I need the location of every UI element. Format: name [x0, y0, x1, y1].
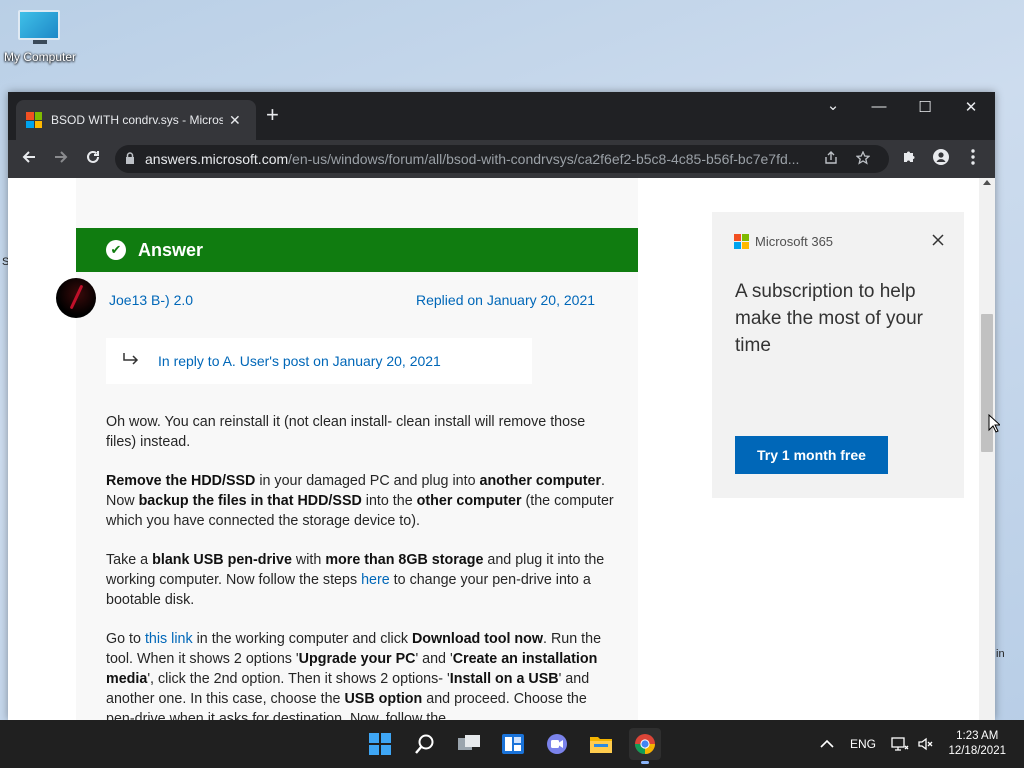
text-run: Go to — [106, 631, 145, 647]
task-view-icon — [458, 735, 480, 750]
answer-paragraph-3: Take a blank USB pen-drive with more tha… — [106, 550, 616, 610]
text-run: in the working computer and click — [192, 631, 412, 647]
inline-link[interactable]: this link — [145, 631, 193, 647]
clock-date: 12/18/2021 — [948, 745, 1006, 757]
ad-headline: A subscription to help make the most of … — [735, 281, 923, 356]
tab-strip: BSOD WITH condrv.sys - Microsoft Communi… — [8, 92, 995, 140]
tab-title: BSOD WITH condrv.sys - Microsoft Communi… — [51, 113, 223, 127]
back-button[interactable] — [13, 149, 45, 170]
url-text: answers.microsoft.com/en-us/windows/foru… — [145, 151, 815, 167]
minimize-button[interactable]: — — [864, 98, 894, 115]
widgets-button[interactable] — [497, 728, 529, 760]
bold-text: Install on a USB — [449, 671, 559, 687]
folder-icon — [590, 737, 612, 753]
widgets-icon — [502, 734, 524, 754]
scroll-up-arrow-icon[interactable] — [983, 180, 991, 185]
search-icon — [415, 734, 434, 754]
url-host: answers.microsoft.com — [145, 151, 289, 167]
answer-label: Answer — [138, 239, 204, 260]
bold-text: more than 8GB storage — [325, 552, 484, 568]
teams-chat-button[interactable] — [541, 728, 573, 760]
checkmark-icon: ✔ — [106, 240, 126, 260]
bold-text: backup the files in that HDD/SSD — [138, 493, 362, 509]
text-run: into the — [361, 493, 417, 509]
forward-arrow-icon — [55, 150, 68, 163]
ad-brand: Microsoft 365 — [734, 234, 833, 249]
browser-tab[interactable]: BSOD WITH condrv.sys - Microsoft Communi… — [16, 100, 256, 140]
maximize-button[interactable]: ☐ — [910, 98, 940, 116]
bold-text: another computer — [479, 473, 602, 489]
reload-icon — [87, 150, 99, 163]
network-icon[interactable] — [891, 720, 909, 768]
chevron-up-icon — [820, 739, 834, 748]
text-run: with — [291, 552, 326, 568]
text-run: ', click the 2nd option. Then it shows 2… — [147, 671, 450, 687]
try-free-button[interactable]: Try 1 month free — [735, 436, 888, 474]
page-scrollbar[interactable] — [979, 178, 995, 720]
microsoft-logo-icon — [734, 234, 749, 249]
profile-avatar-icon[interactable] — [925, 149, 957, 169]
desktop-icon-my-computer[interactable]: My Computer — [2, 10, 78, 64]
bold-text: USB option — [344, 691, 423, 707]
language-indicator[interactable]: ENG — [850, 720, 876, 768]
answer-body: Oh wow. You can reinstall it (not clean … — [106, 412, 616, 720]
url-path: /en-us/windows/forum/all/bsod-with-condr… — [288, 151, 800, 167]
windows-logo-icon — [369, 733, 391, 755]
microsoft-favicon-icon — [26, 112, 42, 128]
text-run: ' and ' — [415, 651, 453, 667]
text-run: in your damaged PC and plug into — [255, 473, 480, 489]
answer-paragraph-1: Oh wow. You can reinstall it (not clean … — [106, 414, 586, 450]
system-clock[interactable]: 1:23 AM 12/18/2021 — [948, 729, 1006, 759]
start-button[interactable] — [364, 728, 396, 760]
task-view-button[interactable] — [453, 728, 485, 760]
new-tab-button[interactable]: + — [266, 104, 279, 126]
chrome-taskbar-button[interactable] — [629, 728, 661, 764]
share-icon[interactable] — [815, 150, 847, 168]
lock-icon — [125, 151, 135, 167]
browser-menu-kebab-icon[interactable] — [957, 149, 989, 169]
author-name-link[interactable]: Joe13 B-) 2.0 — [109, 292, 193, 308]
show-hidden-icons-button[interactable] — [820, 720, 834, 768]
inline-link[interactable]: here — [361, 572, 390, 588]
answer-paragraph-4: Go to this link in the working computer … — [106, 629, 616, 720]
forward-button[interactable] — [45, 149, 77, 170]
back-arrow-icon — [22, 150, 35, 163]
user-avatar[interactable] — [56, 278, 96, 318]
reply-arrow-icon — [122, 352, 140, 371]
clock-time: 1:23 AM — [956, 730, 999, 742]
replied-date-link[interactable]: Replied on January 20, 2021 — [416, 292, 595, 308]
text-run: Take a — [106, 552, 153, 568]
file-explorer-button[interactable] — [585, 728, 617, 760]
bold-text: other computer — [416, 493, 522, 509]
taskbar: ENG 1:23 AM 12/18/2021 — [0, 720, 1024, 768]
address-bar[interactable]: answers.microsoft.com/en-us/windows/foru… — [115, 145, 889, 173]
browser-window: BSOD WITH condrv.sys - Microsoft Communi… — [8, 92, 995, 720]
tab-search-chevron-icon[interactable]: ⌄ — [818, 96, 848, 114]
answer-banner: ✔ Answer — [76, 228, 638, 272]
volume-muted-icon[interactable] — [918, 720, 934, 768]
ad-brand-label: Microsoft 365 — [755, 234, 834, 249]
bookmark-star-icon[interactable] — [847, 149, 879, 168]
in-reply-to-link[interactable]: In reply to A. User's post on January 20… — [158, 353, 441, 369]
close-window-button[interactable]: ✕ — [956, 98, 986, 116]
bold-text: Download tool now — [411, 631, 544, 647]
reload-button[interactable] — [77, 149, 109, 170]
bold-text: blank USB pen-drive — [152, 552, 292, 568]
desktop-icon-label: My Computer — [3, 50, 77, 64]
chat-icon — [547, 734, 567, 754]
search-button[interactable] — [409, 728, 441, 760]
desktop-edge-text-right: in — [996, 648, 1005, 660]
ad-close-icon[interactable] — [932, 230, 944, 251]
in-reply-to-box[interactable]: In reply to A. User's post on January 20… — [106, 338, 532, 384]
page-viewport: ✔ Answer Joe13 B-) 2.0 Replied on Januar… — [8, 178, 995, 720]
microsoft-365-ad: Microsoft 365 A subscription to help mak… — [712, 212, 964, 498]
browser-toolbar: answers.microsoft.com/en-us/windows/foru… — [8, 140, 995, 178]
bold-text: Upgrade your PC — [298, 651, 416, 667]
extensions-puzzle-icon[interactable] — [893, 149, 925, 169]
tab-close-icon[interactable]: ✕ — [229, 112, 241, 129]
computer-icon — [18, 10, 62, 44]
chrome-icon — [634, 734, 656, 755]
bold-text: Remove the HDD/SSD — [106, 473, 256, 489]
answer-paragraph-2: Remove the HDD/SSD in your damaged PC an… — [106, 471, 616, 531]
